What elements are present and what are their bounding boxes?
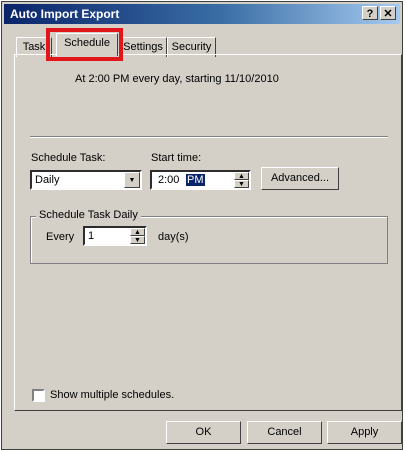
tab-settings-label: Settings xyxy=(123,41,163,53)
tab-task-label: Task xyxy=(22,41,46,53)
close-button[interactable]: ✕ xyxy=(380,6,396,20)
apply-button[interactable]: Apply xyxy=(327,421,402,444)
tab-panel xyxy=(14,54,402,411)
help-button[interactable]: ? xyxy=(362,6,378,20)
window-title: Auto Import Export xyxy=(10,7,120,21)
ok-button[interactable]: OK xyxy=(166,421,241,444)
title-bar: Auto Import Export ? ✕ xyxy=(4,4,400,24)
cancel-button[interactable]: Cancel xyxy=(247,421,322,444)
tab-security-label: Security xyxy=(171,41,212,53)
highlight-box xyxy=(46,28,123,61)
